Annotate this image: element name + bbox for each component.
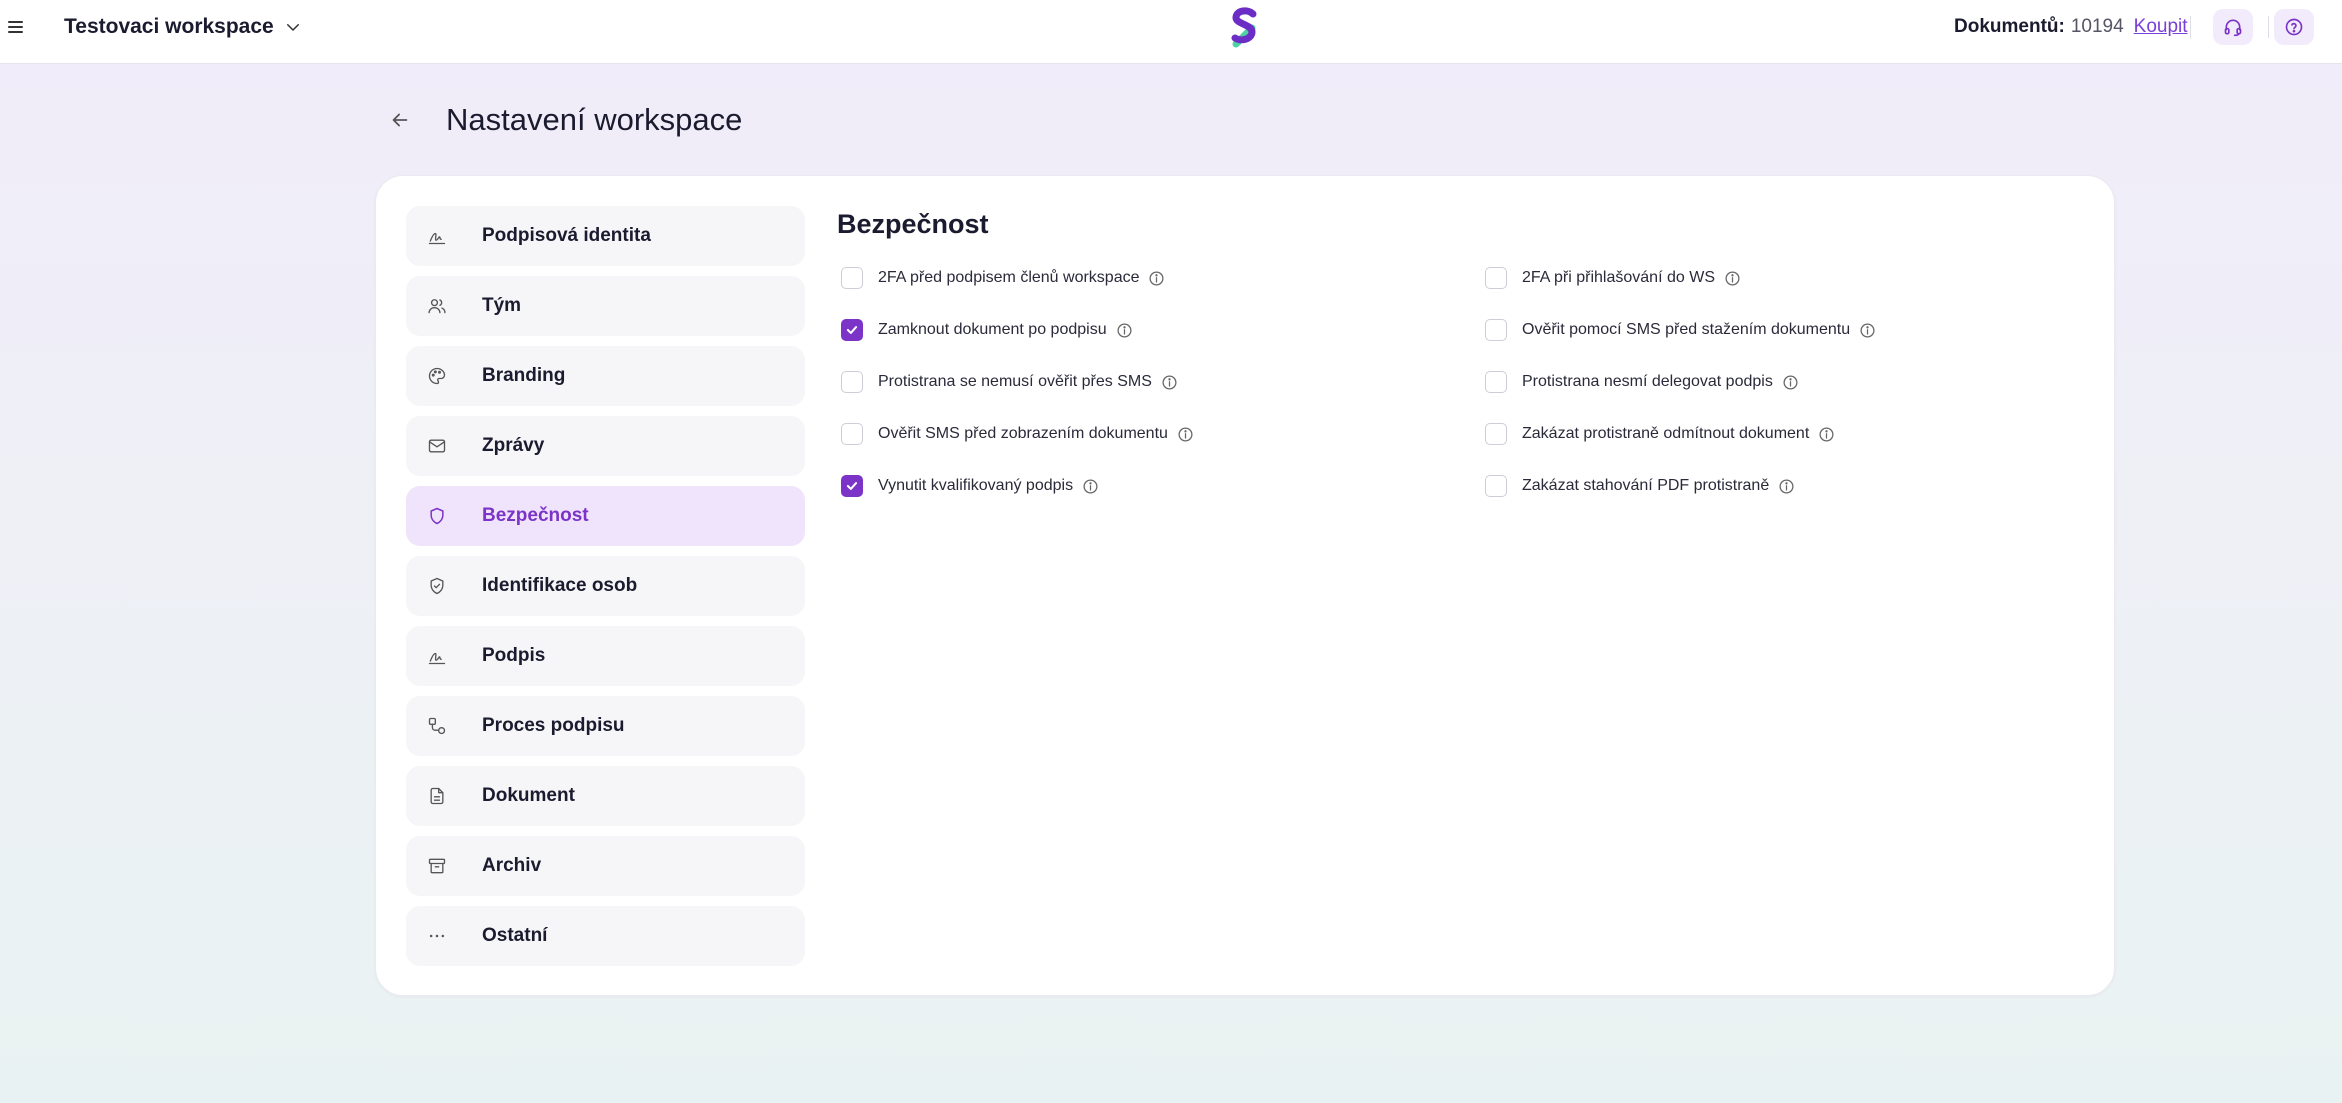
workflow-icon <box>426 715 448 737</box>
option-sms-before-download[interactable]: Ověřit pomocí SMS před stažením dokument… <box>1485 318 2081 342</box>
documents-counter: Dokumentů: 10194 Koupit <box>1954 16 2188 38</box>
help-button[interactable] <box>2274 9 2314 45</box>
nav-item-tym[interactable]: Tým <box>406 276 805 336</box>
info-icon[interactable] <box>1082 478 1099 495</box>
nav-item-label: Podpis <box>482 645 546 666</box>
option-label: Vynutit kvalifikovaný podpis <box>878 477 1074 494</box>
nav-item-label: Archiv <box>482 855 542 876</box>
document-icon <box>426 785 448 807</box>
checkbox[interactable] <box>841 423 863 445</box>
shield-icon <box>426 505 448 527</box>
option-no-pdf-download[interactable]: Zakázat stahování PDF protistraně <box>1485 474 2081 498</box>
option-counterparty-no-sms[interactable]: Protistrana se nemusí ověřit přes SMS <box>841 370 1485 394</box>
app-logo <box>1231 7 1257 48</box>
nav-item-archiv[interactable]: Archiv <box>406 836 805 896</box>
documents-label: Dokumentů: <box>1954 16 2065 37</box>
nav-item-label: Identifikace osob <box>482 575 638 596</box>
checkbox[interactable] <box>841 319 863 341</box>
nav-item-label: Branding <box>482 365 566 386</box>
option-no-reject[interactable]: Zakázat protistraně odmítnout dokument <box>1485 422 2081 446</box>
question-circle-icon <box>2285 18 2303 36</box>
palette-icon <box>426 365 448 387</box>
checkbox[interactable] <box>1485 475 1507 497</box>
option-2fa-before-signing[interactable]: 2FA před podpisem členů workspace <box>841 266 1485 290</box>
nav-item-label: Tým <box>482 295 522 316</box>
option-sms-before-view[interactable]: Ověřit SMS před zobrazením dokumentu <box>841 422 1485 446</box>
nav-item-podpis[interactable]: Podpis <box>406 626 805 686</box>
hamburger-icon[interactable] <box>6 18 26 38</box>
checkbox[interactable] <box>841 371 863 393</box>
nav-item-label: Zprávy <box>482 435 545 456</box>
settings-card: Podpisová identita Tým Branding Zprávy B… <box>375 175 2115 996</box>
support-button[interactable] <box>2213 9 2253 45</box>
workspace-name: Testovaci workspace <box>64 15 274 38</box>
info-icon[interactable] <box>1116 322 1133 339</box>
checkbox[interactable] <box>1485 267 1507 289</box>
nav-item-label: Bezpečnost <box>482 505 589 526</box>
signature-icon <box>426 645 448 667</box>
arrow-left-icon <box>392 113 408 127</box>
mail-icon <box>426 435 448 457</box>
nav-item-bezpecnost[interactable]: Bezpečnost <box>406 486 805 546</box>
info-icon[interactable] <box>1148 270 1165 287</box>
users-icon <box>426 295 448 317</box>
option-label: Protistrana nesmí delegovat podpis <box>1522 373 1773 390</box>
checkbox[interactable] <box>841 475 863 497</box>
nav-item-label: Dokument <box>482 785 575 806</box>
nav-item-identifikace-osob[interactable]: Identifikace osob <box>406 556 805 616</box>
nav-item-label: Proces podpisu <box>482 715 625 736</box>
checkbox[interactable] <box>1485 371 1507 393</box>
nav-item-branding[interactable]: Branding <box>406 346 805 406</box>
nav-item-ostatni[interactable]: Ostatní <box>406 906 805 966</box>
checkbox[interactable] <box>841 267 863 289</box>
info-icon[interactable] <box>1778 478 1795 495</box>
check-icon <box>846 482 858 490</box>
checkbox[interactable] <box>1485 423 1507 445</box>
info-icon[interactable] <box>1161 374 1178 391</box>
ellipsis-icon <box>426 925 448 947</box>
back-button[interactable] <box>386 106 414 134</box>
option-qualified-signature[interactable]: Vynutit kvalifikovaný podpis <box>841 474 1485 498</box>
nav-item-podpisova-identita[interactable]: Podpisová identita <box>406 206 805 266</box>
shield-check-icon <box>426 575 448 597</box>
nav-item-proces-podpisu[interactable]: Proces podpisu <box>406 696 805 756</box>
info-icon[interactable] <box>1177 426 1194 443</box>
signature-icon <box>426 225 448 247</box>
nav-item-label: Podpisová identita <box>482 225 651 246</box>
info-icon[interactable] <box>1818 426 1835 443</box>
nav-item-zpravy[interactable]: Zprávy <box>406 416 805 476</box>
divider <box>2268 16 2269 38</box>
documents-count: 10194 <box>2070 16 2124 37</box>
page-title: Nastavení workspace <box>446 102 743 137</box>
top-bar: Testovaci workspace Dokumentů: 10194 Kou… <box>0 0 2342 64</box>
option-label: Zakázat protistraně odmítnout dokument <box>1522 425 1810 442</box>
option-label: 2FA před podpisem členů workspace <box>878 269 1140 286</box>
workspace-switcher[interactable]: Testovaci workspace <box>64 15 302 39</box>
option-label: Zamknout dokument po podpisu <box>878 321 1107 338</box>
option-label: Protistrana se nemusí ověřit přes SMS <box>878 373 1152 390</box>
divider <box>2190 16 2191 38</box>
info-icon[interactable] <box>1859 322 1876 339</box>
option-2fa-login[interactable]: 2FA při přihlašování do WS <box>1485 266 2081 290</box>
check-icon <box>846 326 858 334</box>
chevron-down-icon <box>286 24 299 31</box>
option-no-delegation[interactable]: Protistrana nesmí delegovat podpis <box>1485 370 2081 394</box>
option-label: Ověřit pomocí SMS před stažením dokument… <box>1522 321 1851 338</box>
info-icon[interactable] <box>1782 374 1799 391</box>
option-label: 2FA při přihlašování do WS <box>1522 269 1715 286</box>
option-label: Zakázat stahování PDF protistraně <box>1522 477 1770 494</box>
section-title: Bezpečnost <box>837 209 989 239</box>
headset-icon <box>2224 19 2242 37</box>
checkbox[interactable] <box>1485 319 1507 341</box>
settings-nav: Podpisová identita Tým Branding Zprávy B… <box>406 206 805 976</box>
archive-icon <box>426 855 448 877</box>
option-lock-after-signing[interactable]: Zamknout dokument po podpisu <box>841 318 1485 342</box>
security-options: 2FA před podpisem členů workspace 2FA př… <box>841 266 2081 498</box>
nav-item-dokument[interactable]: Dokument <box>406 766 805 826</box>
nav-item-label: Ostatní <box>482 925 548 946</box>
option-label: Ověřit SMS před zobrazením dokumentu <box>878 425 1168 442</box>
info-icon[interactable] <box>1724 270 1741 287</box>
buy-link[interactable]: Koupit <box>2134 16 2188 38</box>
